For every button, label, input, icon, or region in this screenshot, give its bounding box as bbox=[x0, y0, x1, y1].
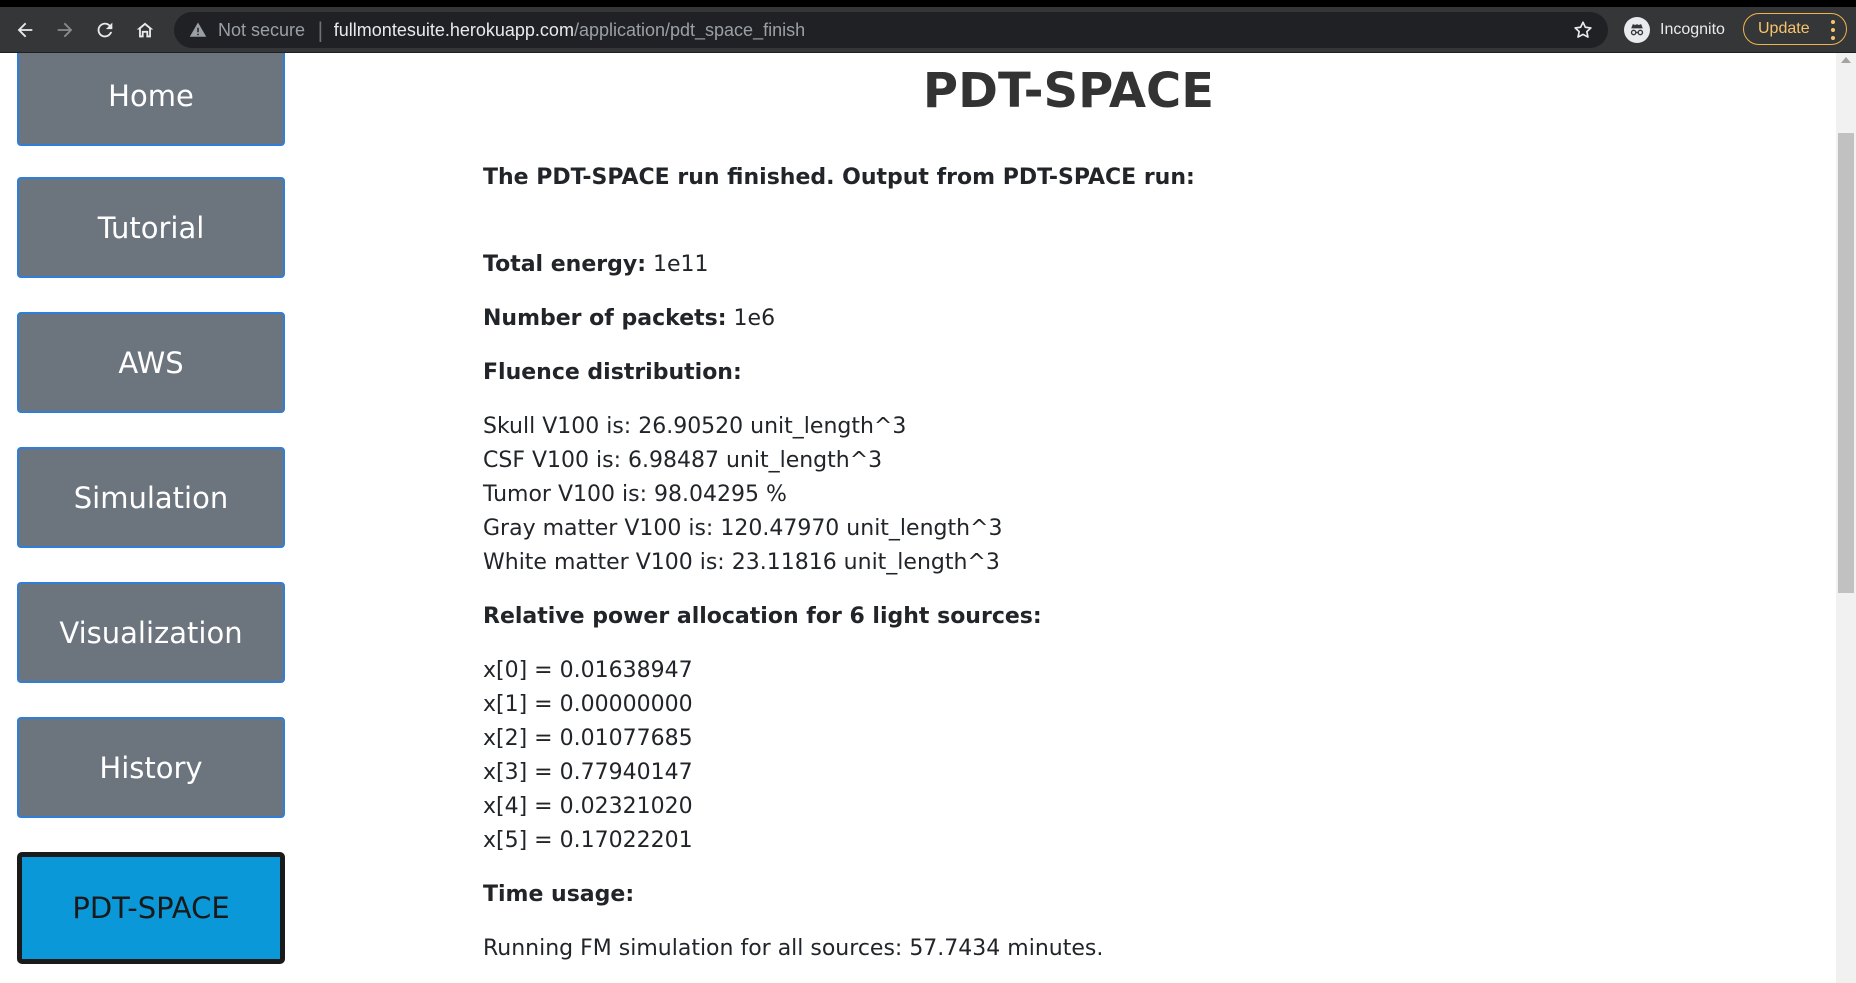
address-bar[interactable]: Not secure | fullmontesuite.herokuapp.co… bbox=[174, 12, 1608, 48]
page-viewport: Home Tutorial AWS Simulation Visualizati… bbox=[0, 53, 1836, 983]
home-button[interactable] bbox=[128, 13, 162, 47]
power-line: x[2] = 0.01077685 bbox=[483, 726, 693, 751]
scrollbar-thumb[interactable] bbox=[1838, 133, 1854, 593]
power-line: x[4] = 0.02321020 bbox=[483, 794, 693, 819]
sidebar-item-pdt-space[interactable]: PDT-SPACE bbox=[17, 852, 285, 964]
scroll-up-arrow-icon[interactable] bbox=[1841, 57, 1851, 63]
time-line: Running FM simulation for all sources: 5… bbox=[483, 936, 1104, 961]
incognito-indicator[interactable]: Incognito bbox=[1624, 16, 1725, 44]
back-button[interactable] bbox=[8, 13, 42, 47]
browser-toolbar: Not secure | fullmontesuite.herokuapp.co… bbox=[0, 7, 1856, 53]
url-path: /application/pdt_space_finish bbox=[573, 19, 806, 40]
reload-icon bbox=[97, 22, 113, 38]
security-status-label[interactable]: Not secure bbox=[218, 20, 305, 41]
power-line: x[1] = 0.00000000 bbox=[483, 692, 693, 717]
fluence-heading: Fluence distribution: bbox=[483, 360, 742, 385]
fluence-line: CSF V100 is: 6.98487 unit_length^3 bbox=[483, 448, 883, 473]
update-button[interactable]: Update bbox=[1743, 13, 1847, 45]
forward-arrow-icon bbox=[57, 22, 73, 38]
address-separator: | bbox=[317, 18, 324, 42]
bookmark-star-icon[interactable] bbox=[1572, 19, 1594, 41]
packets-row: Number of packets: 1e6 bbox=[483, 302, 775, 336]
fluence-line: Tumor V100 is: 98.04295 % bbox=[483, 482, 787, 507]
power-line: x[3] = 0.77940147 bbox=[483, 760, 693, 785]
window-top-strip bbox=[0, 0, 1856, 7]
page-scrollbar[interactable] bbox=[1836, 53, 1856, 983]
fluence-line: Skull V100 is: 26.90520 unit_length^3 bbox=[483, 414, 907, 439]
intro-text: The PDT-SPACE run finished. Output from … bbox=[483, 165, 1195, 190]
time-heading: Time usage: bbox=[483, 882, 635, 907]
sidebar-item-history[interactable]: History bbox=[17, 717, 285, 818]
reload-button[interactable] bbox=[88, 13, 122, 47]
total-energy-row: Total energy: 1e11 bbox=[483, 248, 709, 282]
fluence-line: Gray matter V100 is: 120.47970 unit_leng… bbox=[483, 516, 1003, 541]
power-heading: Relative power allocation for 6 light so… bbox=[483, 604, 1042, 629]
incognito-label: Incognito bbox=[1660, 21, 1725, 38]
fluence-line: White matter V100 is: 23.11816 unit_leng… bbox=[483, 550, 1000, 575]
home-icon bbox=[136, 22, 154, 38]
page-title: PDT-SPACE bbox=[922, 63, 1215, 119]
sidebar-item-aws[interactable]: AWS bbox=[17, 312, 285, 413]
forward-button[interactable] bbox=[48, 13, 82, 47]
url-text[interactable]: fullmontesuite.herokuapp.com/application… bbox=[334, 20, 805, 41]
power-line: x[0] = 0.01638947 bbox=[483, 658, 693, 683]
warning-icon bbox=[188, 20, 208, 40]
more-menu-icon bbox=[1830, 20, 1836, 40]
back-arrow-icon bbox=[17, 22, 33, 38]
total-energy-label: Total energy: bbox=[483, 252, 647, 277]
sidebar-item-tutorial[interactable]: Tutorial bbox=[17, 177, 285, 278]
packets-value: 1e6 bbox=[733, 306, 776, 331]
sidebar-item-simulation[interactable]: Simulation bbox=[17, 447, 285, 548]
url-host: fullmontesuite.herokuapp.com bbox=[333, 19, 574, 40]
sidebar-item-visualization[interactable]: Visualization bbox=[17, 582, 285, 683]
update-label: Update bbox=[1758, 20, 1810, 37]
incognito-icon bbox=[1624, 17, 1650, 43]
packets-label: Number of packets: bbox=[483, 306, 727, 331]
total-energy-value: 1e11 bbox=[653, 252, 709, 277]
power-line: x[5] = 0.17022201 bbox=[483, 828, 693, 853]
sidebar-item-home[interactable]: Home bbox=[17, 53, 285, 146]
